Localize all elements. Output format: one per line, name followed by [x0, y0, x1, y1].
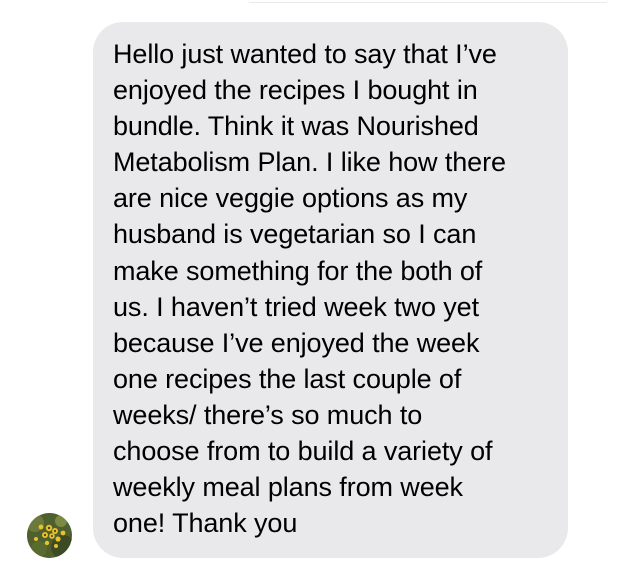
previous-message-bubble-edge — [248, 0, 608, 3]
flower-photo-avatar-icon — [27, 513, 72, 558]
sender-avatar[interactable] — [27, 513, 72, 558]
incoming-message-bubble[interactable]: Hello just wanted to say that I’ve enjoy… — [93, 22, 568, 558]
message-text: Hello just wanted to say that I’ve enjoy… — [113, 39, 506, 539]
